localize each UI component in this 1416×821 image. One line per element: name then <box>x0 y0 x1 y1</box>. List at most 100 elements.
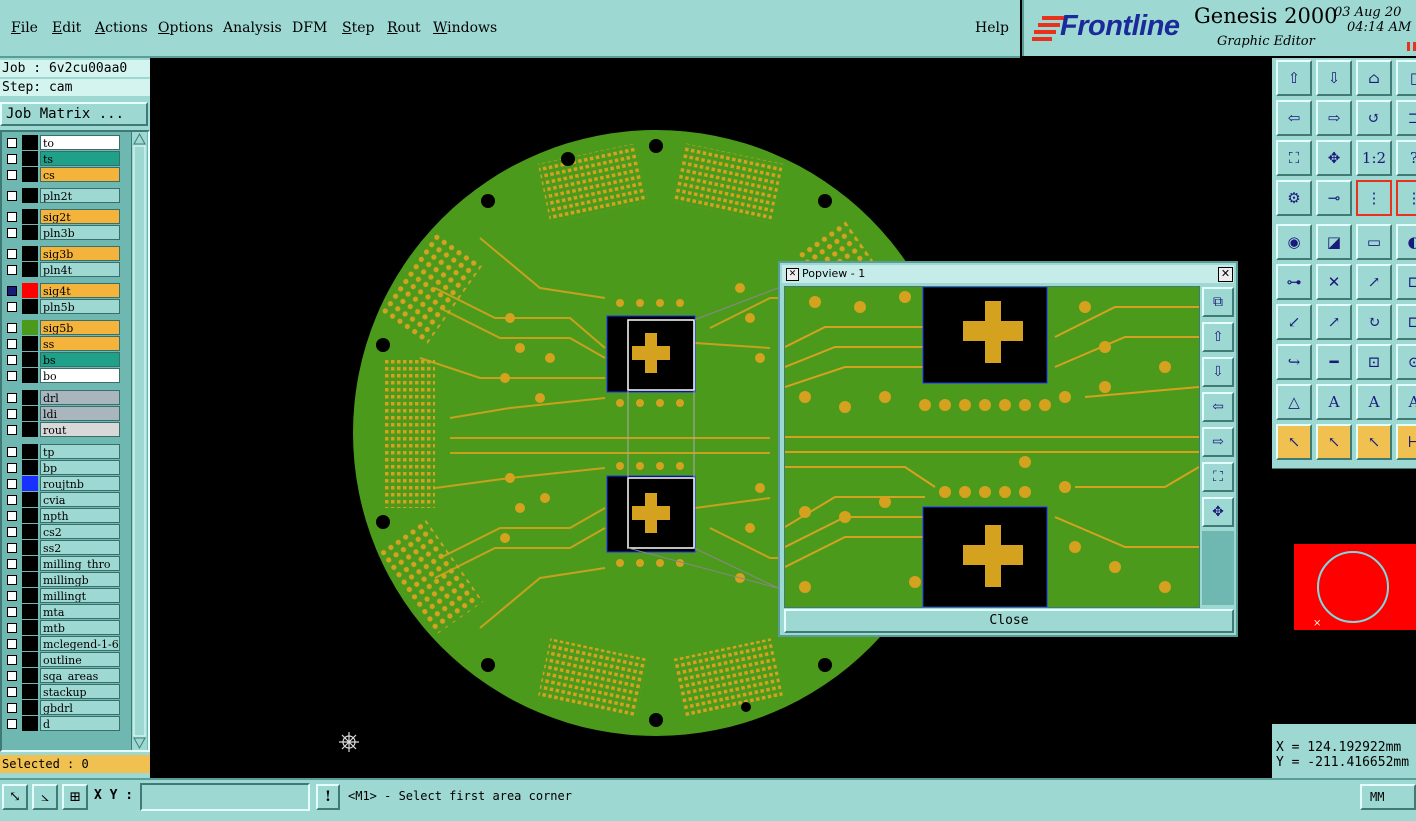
grid-icon[interactable]: ⊞ <box>62 784 88 810</box>
menu-windows[interactable]: Windows <box>433 20 497 36</box>
layer-checkbox[interactable] <box>7 286 17 296</box>
layer-checkbox[interactable] <box>7 339 17 349</box>
frame-icon[interactable]: ⊐ <box>1396 100 1416 136</box>
net-icon[interactable]: ⊶ <box>1276 264 1312 300</box>
layer-checkbox[interactable] <box>7 463 17 473</box>
snap-icon[interactable]: ⤡ <box>2 784 28 810</box>
layer-row-drl[interactable]: drl <box>4 390 120 405</box>
layer-row-milling_thro[interactable]: milling_thro <box>4 556 120 571</box>
layer-row-d[interactable]: d <box>4 716 120 731</box>
job-matrix-button[interactable]: Job Matrix ... <box>0 102 148 126</box>
layer-checkbox[interactable] <box>7 228 17 238</box>
layer-row-pln5b[interactable]: pln5b <box>4 299 120 314</box>
layer-row-mclegend-1-6[interactable]: mclegend-1-6 <box>4 636 120 651</box>
layer-row-ss2[interactable]: ss2 <box>4 540 120 555</box>
measure-icon[interactable]: ⦣ <box>32 784 58 810</box>
layer-checkbox[interactable] <box>7 265 17 275</box>
snap-icon[interactable]: ↪ <box>1276 344 1312 380</box>
layer-row-sqa_areas[interactable]: sqa_areas <box>4 668 120 683</box>
popview-title-bar[interactable]: ✕ Popview - 1 ✕ <box>782 265 1234 283</box>
layer-row-ss[interactable]: ss <box>4 336 120 351</box>
select-circle-icon[interactable]: ↖ <box>1356 424 1392 460</box>
layer-checkbox[interactable] <box>7 447 17 457</box>
layer-row-tp[interactable]: tp <box>4 444 120 459</box>
menu-analysis[interactable]: Analysis <box>223 20 282 36</box>
layer-row-cs[interactable]: cs <box>4 167 120 182</box>
bracket-icon[interactable]: ⊏ <box>1396 264 1416 300</box>
layer-row-bp[interactable]: bp <box>4 460 120 475</box>
layer-checkbox[interactable] <box>7 302 17 312</box>
layer-row-outline[interactable]: outline <box>4 652 120 667</box>
window-menu-icon[interactable]: ✕ <box>786 268 799 281</box>
help-icon[interactable]: ? <box>1396 140 1416 176</box>
scale-icon[interactable]: 1:2 <box>1356 140 1392 176</box>
via-icon[interactable]: ⊙ <box>1396 344 1416 380</box>
layer-stack-icon[interactable]: ⋮ <box>1356 180 1392 216</box>
popview-window[interactable]: ✕ Popview - 1 ✕ ⧉ ⇧ ⇩ ⇦ ⇨ ⛶ ✥ Close <box>778 261 1238 637</box>
layer-checkbox[interactable] <box>7 425 17 435</box>
menu-edit[interactable]: Edit <box>52 20 81 36</box>
layer-checkbox[interactable] <box>7 719 17 729</box>
layer-row-rout[interactable]: rout <box>4 422 120 437</box>
layer-row-to[interactable]: to <box>4 135 120 150</box>
line-edit-icon[interactable]: ↗ <box>1316 304 1352 340</box>
line-icon[interactable]: ◪ <box>1316 224 1352 260</box>
layer-row-stackup[interactable]: stackup <box>4 684 120 699</box>
menu-step[interactable]: Step <box>342 20 374 36</box>
layer-row-roujtnb[interactable]: roujtnb <box>4 476 120 491</box>
popview-move-up-icon[interactable]: ⇧ <box>1202 322 1234 352</box>
layer-row-millingt[interactable]: millingt <box>4 588 120 603</box>
popview-zoom-icon[interactable]: ⧉ <box>1202 287 1234 317</box>
layer-checkbox[interactable] <box>7 170 17 180</box>
rotate-icon[interactable]: ↻ <box>1356 304 1392 340</box>
layer-row-cvia[interactable]: cvia <box>4 492 120 507</box>
layer-checkbox[interactable] <box>7 559 17 569</box>
window-icon[interactable]: ▯ <box>1396 60 1416 96</box>
layer-row-sig5b[interactable]: sig5b <box>4 320 120 335</box>
layer-row-pln2t[interactable]: pln2t <box>4 188 120 203</box>
pad-icon[interactable]: ◉ <box>1276 224 1312 260</box>
menu-dfm[interactable]: DFM <box>292 20 327 36</box>
layer-list-scrollbar[interactable] <box>131 132 147 750</box>
layer-checkbox[interactable] <box>7 393 17 403</box>
pan-left-icon[interactable]: ⇦ <box>1276 100 1312 136</box>
layer-row-cs2[interactable]: cs2 <box>4 524 120 539</box>
layer-checkbox[interactable] <box>7 212 17 222</box>
text-icon[interactable]: A <box>1316 384 1352 420</box>
layer-checkbox[interactable] <box>7 687 17 697</box>
menu-file[interactable]: File <box>11 20 38 36</box>
menu-rout[interactable]: Rout <box>387 20 421 36</box>
layer-row-pln4t[interactable]: pln4t <box>4 262 120 277</box>
layer-row-ldi[interactable]: ldi <box>4 406 120 421</box>
popview-center-icon[interactable]: ✥ <box>1202 497 1234 527</box>
home-icon[interactable]: ⌂ <box>1356 60 1392 96</box>
zoom-home-icon[interactable]: ⇧ <box>1276 60 1312 96</box>
popview-fit-icon[interactable]: ⛶ <box>1202 462 1234 492</box>
layer-checkbox[interactable] <box>7 249 17 259</box>
line-draw-icon[interactable]: ↙ <box>1276 304 1312 340</box>
layer-checkbox[interactable] <box>7 607 17 617</box>
cross-icon[interactable]: ✕ <box>1316 264 1352 300</box>
text-style-icon[interactable]: A <box>1396 384 1416 420</box>
close-icon[interactable]: ✕ <box>1218 267 1233 282</box>
layer-checkbox[interactable] <box>7 639 17 649</box>
measure-icon[interactable]: ▭ <box>1356 224 1392 260</box>
layer-row-npth[interactable]: npth <box>4 508 120 523</box>
layer-checkbox[interactable] <box>7 323 17 333</box>
route-icon[interactable]: ↗ <box>1356 264 1392 300</box>
select-line-icon[interactable]: ⊢ <box>1396 424 1416 460</box>
layer-checkbox[interactable] <box>7 511 17 521</box>
layer-checkbox[interactable] <box>7 154 17 164</box>
undo-view-icon[interactable]: ↺ <box>1356 100 1392 136</box>
probe-icon[interactable]: ⊸ <box>1316 180 1352 216</box>
layer-row-ts[interactable]: ts <box>4 151 120 166</box>
popview-close-button[interactable]: Close <box>784 609 1234 633</box>
layer-row-mtb[interactable]: mtb <box>4 620 120 635</box>
arc-icon[interactable]: ◐ <box>1396 224 1416 260</box>
fit-icon[interactable]: ⛶ <box>1276 140 1312 176</box>
layer-row-sig3b[interactable]: sig3b <box>4 246 120 261</box>
layer-row-pln3b[interactable]: pln3b <box>4 225 120 240</box>
popview-canvas[interactable] <box>784 286 1200 608</box>
select-box-icon[interactable]: ↖ <box>1316 424 1352 460</box>
layer-checkbox[interactable] <box>7 655 17 665</box>
